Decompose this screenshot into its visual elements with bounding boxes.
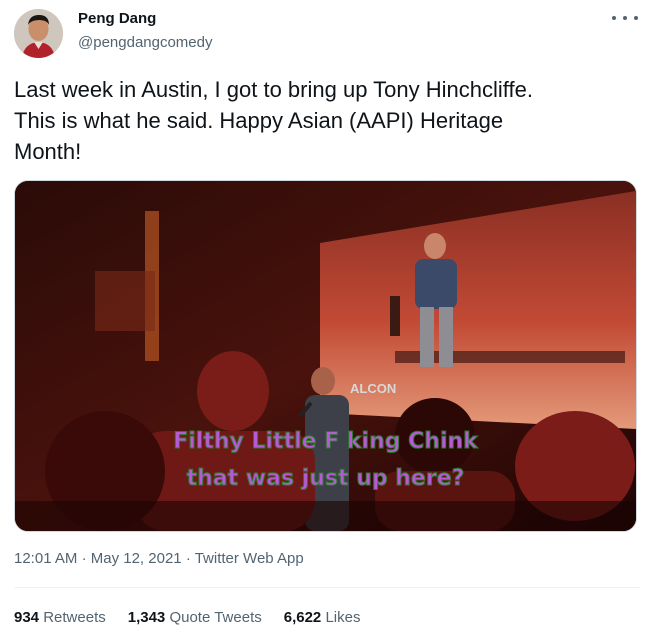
dot <box>623 16 627 20</box>
separator: · <box>81 550 87 567</box>
screen-logo: ALCON <box>350 381 396 396</box>
tweet-timestamp: 12:01 AM · May 12, 2021 · Twitter Web Ap… <box>14 550 304 567</box>
retweets-label: Retweets <box>43 609 106 626</box>
author-handle[interactable]: @pengdangcomedy <box>78 34 213 51</box>
retweets-count: 934 <box>14 609 40 626</box>
quote-tweets-count: 1,343 <box>127 609 166 626</box>
engagement-stats: 934 Retweets 1,343 Quote Tweets 6,622 Li… <box>14 609 360 626</box>
separator: · <box>185 550 191 567</box>
tweet-text: Last week in Austin, I got to bring up T… <box>14 77 533 164</box>
likes-label: Likes <box>325 609 361 626</box>
likes-stat[interactable]: 6,622 Likes <box>284 609 361 626</box>
avatar-image <box>14 9 63 58</box>
avatar[interactable] <box>14 9 63 58</box>
dot <box>634 16 638 20</box>
video-caption-line-1: Filthy Little F king Chink <box>173 429 479 455</box>
video-caption-line-2: that was just up here? <box>186 466 465 492</box>
divider <box>14 587 640 588</box>
tweet-media-video[interactable]: ALCON Filthy Little F king Chink that wa… <box>14 180 637 532</box>
retweets-stat[interactable]: 934 Retweets <box>14 609 106 626</box>
more-options-icon[interactable] <box>612 9 638 27</box>
likes-count: 6,622 <box>283 609 322 626</box>
quote-tweets-label: Quote Tweets <box>169 609 262 626</box>
dot <box>612 16 616 20</box>
author-name[interactable]: Peng Dang <box>78 10 156 27</box>
quote-tweets-stat[interactable]: 1,343 Quote Tweets <box>128 609 262 626</box>
tweet-date[interactable]: May 12, 2021 <box>91 550 182 567</box>
tweet-time[interactable]: 12:01 AM <box>14 550 77 567</box>
tweet-source[interactable]: Twitter Web App <box>195 550 304 567</box>
